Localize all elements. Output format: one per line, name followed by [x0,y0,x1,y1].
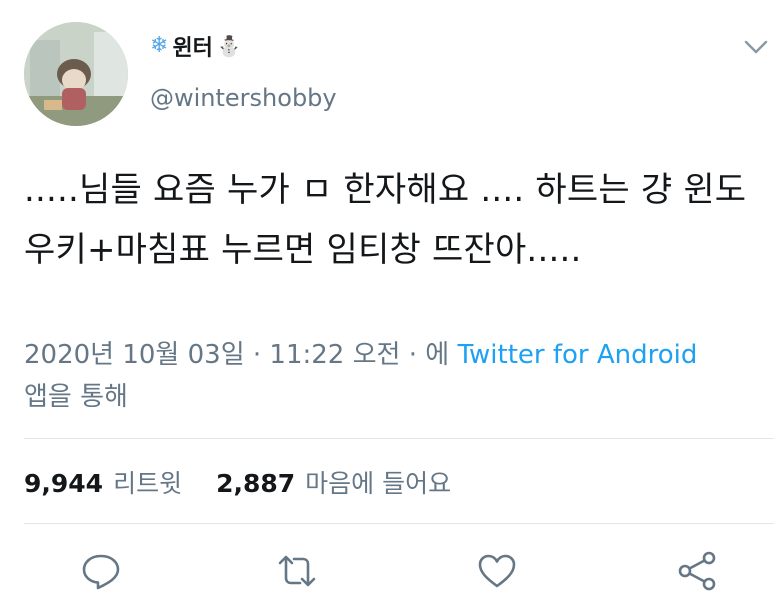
like-label[interactable]: 마음에 들어요 [305,464,451,500]
user-handle[interactable]: @wintershobby [150,84,337,112]
source-link[interactable]: Twitter for Android [457,340,697,370]
chevron-down-icon[interactable] [742,36,770,58]
tweet-meta: 2020년 10월 03일 · 11:22 오전 · 에 Twitter for… [24,334,764,418]
source-suffix: 앱을 통해 [24,382,128,412]
divider [24,523,774,524]
share-icon [678,551,716,591]
display-name-text: 윈터 [172,36,213,61]
tweet-stats: 9,944 리트윗 2,887 마음에 들어요 [24,464,451,500]
retweet-label[interactable]: 리트윗 [113,464,182,500]
like-button[interactable] [474,548,520,594]
snowman-icon: ⛄ [216,34,242,58]
divider [24,438,774,439]
retweet-icon [278,555,316,587]
like-count[interactable]: 2,887 [216,469,295,498]
avatar[interactable] [24,22,128,126]
action-bar [0,548,780,598]
heart-icon [478,554,516,588]
retweet-button[interactable] [274,548,320,594]
display-name[interactable]: ❄ 윈터 ⛄ [150,30,242,62]
tweet-timestamp[interactable]: 2020년 10월 03일 · 11:22 오전 · 에 [24,340,457,370]
snowflake-icon: ❄ [150,33,169,58]
share-button[interactable] [674,548,720,594]
reply-button[interactable] [78,548,124,594]
reply-icon [82,554,120,590]
avatar-photo [24,22,128,126]
retweet-count[interactable]: 9,944 [24,469,103,498]
tweet-card: ❄ 윈터 ⛄ @wintershobby .....님들 요즘 누가 ㅁ 한자해… [0,0,780,615]
tweet-text: .....님들 요즘 누가 ㅁ 한자해요 .... 하트는 걍 윈도우키+마침표… [24,170,747,270]
